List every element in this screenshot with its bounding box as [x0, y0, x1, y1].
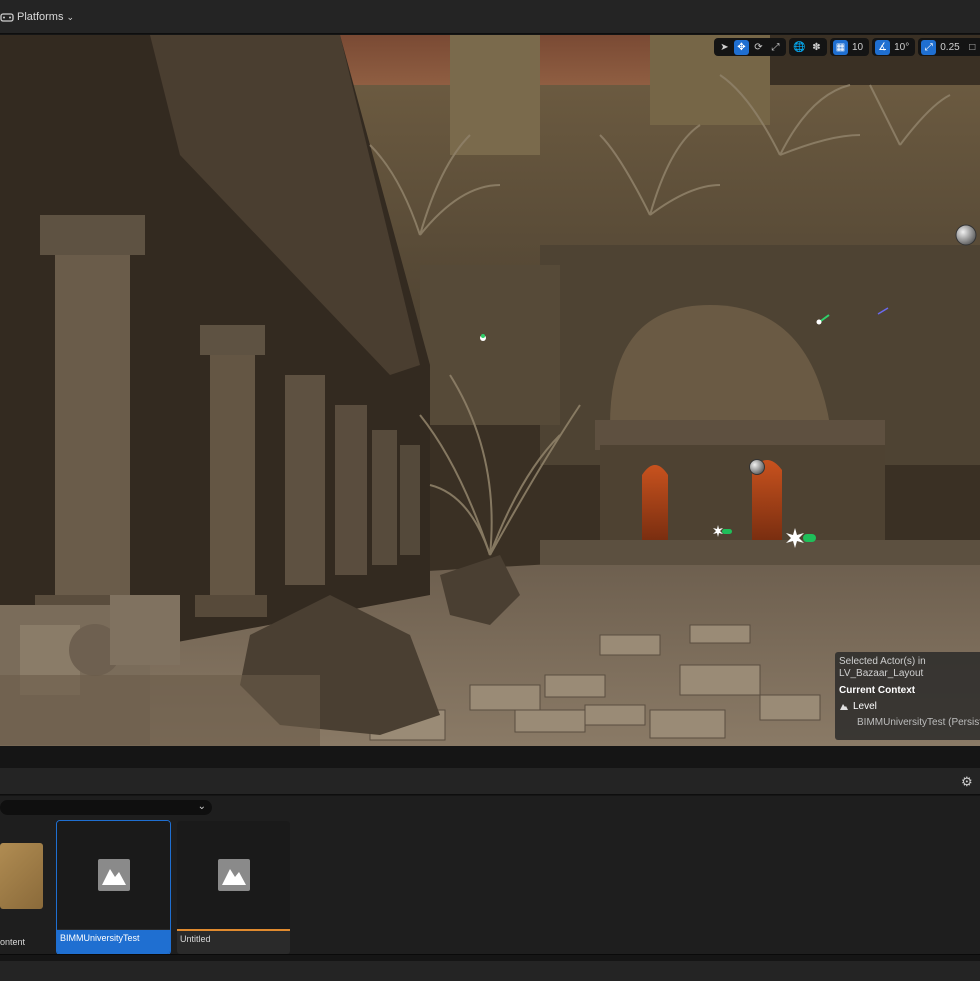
persistent-level-name: BIMMUniversityTest (Persist: [857, 717, 980, 728]
coordinate-tools: 🌐 ✽: [789, 38, 827, 56]
main-toolbar: Platforms ⌄: [0, 0, 980, 34]
rotation-snap-value[interactable]: 10°: [892, 42, 912, 53]
move-icon: ✥: [737, 41, 746, 53]
asset-thumbnail: [57, 821, 170, 929]
translate-mode-button[interactable]: ✥: [734, 39, 749, 55]
camera-icon: □: [969, 41, 976, 53]
point-light-icon[interactable]: [785, 527, 817, 549]
surface-snap-button[interactable]: ✽: [809, 40, 824, 55]
asset-tile[interactable]: BIMMUniversityTest: [56, 820, 171, 955]
selected-actor-label: Selected Actor(s) in: [839, 656, 926, 667]
select-mode-button[interactable]: ➤: [717, 40, 732, 55]
current-context-heading: Current Context: [839, 685, 916, 696]
light-sphere-icon[interactable]: [748, 458, 766, 476]
map-asset-icon: [97, 859, 130, 891]
content-browser-header: ⚙: [0, 768, 980, 795]
status-bar-strip: [0, 961, 980, 981]
light-sphere-icon[interactable]: [954, 223, 978, 247]
folder-thumbnail: [0, 843, 43, 909]
content-browser: ⌄ ontent BIMMUniversityTest Untitled: [0, 796, 980, 955]
grid-snap-group: ▦ 10: [830, 38, 870, 56]
rotate-icon: ⟳: [754, 41, 763, 53]
scale-snap-button[interactable]: ⤢: [921, 39, 937, 55]
level-viewport[interactable]: ➤ ✥ ⟳ ⤢ 🌐 ✽ ▦ 10 ∡ 10° ⤢ 0.25 □ Selected…: [0, 35, 980, 746]
surface-snap-icon: ✽: [812, 41, 821, 53]
gear-icon[interactable]: ⚙: [961, 774, 973, 790]
viewport-scene: [0, 35, 980, 746]
angle-icon: ∡: [878, 41, 888, 53]
arrow-component-icon[interactable]: [877, 306, 889, 316]
scale-icon: ⤢: [771, 41, 780, 53]
spot-light-icon[interactable]: [815, 312, 831, 326]
selection-info-panel: Selected Actor(s) in LV_Bazaar_Layout Cu…: [835, 652, 980, 740]
chevron-down-icon: ⌄: [66, 11, 75, 22]
folder-label: ontent: [0, 937, 26, 947]
level-row: Level: [839, 700, 980, 713]
asset-tile[interactable]: Untitled: [177, 821, 290, 954]
world-local-button[interactable]: 🌐: [792, 40, 807, 55]
viewport-toolbar: ➤ ✥ ⟳ ⤢ 🌐 ✽ ▦ 10 ∡ 10° ⤢ 0.25 □: [714, 38, 980, 56]
grid-snap-button[interactable]: ▦: [833, 39, 848, 55]
path-dropdown[interactable]: ⌄: [0, 800, 212, 815]
asset-thumbnail: [177, 821, 290, 929]
rotate-mode-button[interactable]: ⟳: [751, 40, 766, 55]
level-label: Level: [853, 701, 877, 712]
platforms-label: Platforms: [17, 11, 64, 23]
platforms-icon: [0, 13, 14, 22]
asset-name: BIMMUniversityTest: [57, 930, 170, 954]
actor-marker-icon[interactable]: [478, 333, 488, 343]
scale-snap-group: ⤢ 0.25 □: [918, 38, 980, 56]
map-asset-icon: [217, 859, 250, 891]
scale-snap-icon: ⤢: [924, 41, 933, 53]
cursor-icon: ➤: [720, 41, 729, 53]
asset-name: Untitled: [180, 934, 211, 944]
globe-icon: 🌐: [793, 41, 806, 53]
camera-speed-button[interactable]: □: [965, 40, 980, 55]
status-bar: [0, 954, 980, 981]
chevron-down-icon: ⌄: [197, 801, 206, 812]
scale-mode-button[interactable]: ⤢: [768, 40, 783, 55]
rotation-snap-group: ∡ 10°: [872, 38, 916, 56]
level-icon: [840, 704, 848, 710]
panel-divider: [0, 746, 980, 768]
level-name-label: LV_Bazaar_Layout: [839, 668, 924, 679]
transform-tools: ➤ ✥ ⟳ ⤢: [714, 38, 786, 56]
folder-tile[interactable]: ontent: [0, 821, 50, 954]
grid-snap-value[interactable]: 10: [850, 42, 866, 53]
scale-snap-value[interactable]: 0.25: [938, 42, 962, 53]
point-light-icon[interactable]: [712, 524, 734, 538]
rotation-snap-button[interactable]: ∡: [875, 39, 891, 55]
platforms-menu[interactable]: Platforms ⌄: [0, 8, 74, 26]
grid-icon: ▦: [835, 41, 846, 53]
